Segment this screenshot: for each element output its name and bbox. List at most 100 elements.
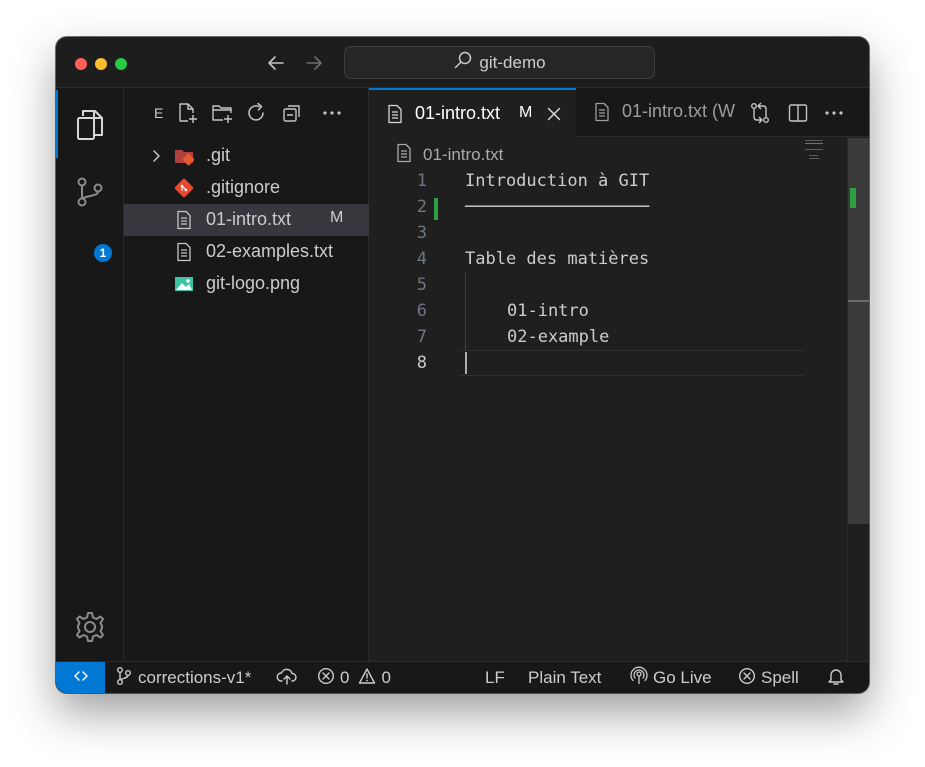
minimap[interactable]	[799, 138, 847, 178]
title-bar: git-demo	[56, 37, 869, 88]
arrow-left-icon[interactable]	[264, 51, 288, 75]
close-window-button[interactable]	[75, 58, 87, 70]
zoom-window-button[interactable]	[115, 58, 127, 70]
eol-indicator[interactable]: LF	[485, 662, 505, 693]
tree-item-gitignore[interactable]: .gitignore	[124, 172, 369, 204]
command-center-search[interactable]: git-demo	[344, 46, 655, 79]
git-branch-icon	[115, 666, 133, 691]
compare-changes-icon[interactable]	[748, 101, 772, 125]
eol-label: LF	[485, 668, 505, 687]
error-count: 0	[340, 668, 350, 687]
spell-check-button[interactable]: Spell	[738, 662, 799, 693]
status-bar: corrections-v1* 0 0 LF Plain Text Go Liv…	[56, 661, 869, 693]
tree-item-git-folder[interactable]: .git	[124, 140, 369, 172]
warning-count: 0	[381, 668, 391, 687]
vertical-scrollbar[interactable]	[847, 138, 869, 661]
notifications-button[interactable]	[827, 662, 845, 693]
problems-indicator[interactable]: 0 0	[317, 662, 391, 693]
line-content: 02-example	[507, 327, 610, 347]
tree-item-02-examples[interactable]: 02-examples.txt	[124, 236, 369, 268]
tree-item-git-logo[interactable]: git-logo.png	[124, 268, 369, 300]
scrollbar-modified-marker	[850, 188, 856, 208]
text-file-icon	[385, 104, 405, 129]
more-icon[interactable]	[822, 101, 846, 125]
split-editor-icon[interactable]	[786, 101, 810, 125]
warning-icon	[358, 667, 376, 690]
scrollbar-cursor-marker	[848, 300, 869, 302]
line-number: 2	[416, 197, 427, 217]
code-line: 8	[369, 350, 839, 376]
go-live-label: Go Live	[653, 668, 712, 687]
tree-item-label: .git	[206, 145, 231, 165]
remote-indicator[interactable]	[56, 662, 105, 693]
code-line: 1 Introduction à GIT	[369, 168, 839, 194]
broadcast-icon	[630, 666, 648, 691]
cloud-upload-icon	[276, 666, 298, 691]
tree-item-label: 02-examples.txt	[206, 241, 334, 261]
editor-tabs: 01-intro.txt M 01-intro.txt (W	[369, 88, 869, 137]
search-icon	[453, 50, 473, 75]
text-file-icon	[174, 242, 194, 262]
sync-button[interactable]	[276, 662, 298, 693]
breadcrumb[interactable]: 01-intro.txt	[395, 143, 503, 167]
text-file-icon	[592, 102, 612, 127]
code-line: 2 ──────────────────	[369, 194, 839, 220]
code-line: 3	[369, 220, 839, 246]
code-line: 7 02-example	[369, 324, 839, 350]
activity-bar: 1	[56, 88, 124, 661]
branch-indicator[interactable]: corrections-v1*	[115, 662, 251, 693]
tab-label: 01-intro.txt	[415, 103, 501, 123]
close-icon[interactable]	[544, 104, 564, 124]
arrow-right-icon[interactable]	[302, 51, 326, 75]
bell-icon	[827, 666, 845, 691]
tab-01-intro[interactable]: 01-intro.txt M	[369, 88, 576, 137]
tree-item-label: .gitignore	[206, 177, 281, 197]
remote-icon	[72, 667, 90, 690]
line-number: 3	[416, 223, 427, 243]
line-content: 01-intro	[507, 301, 589, 321]
tree-item-label: 01-intro.txt	[206, 209, 292, 229]
explorer-icon[interactable]	[56, 90, 124, 158]
line-number: 1	[416, 171, 427, 191]
line-content: ──────────────────	[465, 197, 650, 217]
line-content: Table des matières	[465, 249, 650, 269]
git-file-icon	[174, 178, 194, 198]
tree-item-label: git-logo.png	[206, 273, 301, 293]
branch-name: corrections-v1*	[138, 668, 252, 687]
git-folder-icon	[174, 146, 194, 166]
command-center-label: git-demo	[479, 52, 546, 72]
go-live-button[interactable]: Go Live	[630, 662, 712, 693]
new-folder-icon[interactable]	[210, 101, 234, 125]
line-number: 4	[416, 249, 427, 269]
collapse-all-icon[interactable]	[280, 101, 304, 125]
image-file-icon	[174, 274, 194, 294]
refresh-icon[interactable]	[245, 101, 269, 125]
code-line: 4 Table des matières	[369, 246, 839, 272]
chevron-right-icon	[148, 146, 166, 171]
tree-item-01-intro[interactable]: 01-intro.txt M	[124, 204, 369, 236]
source-control-icon[interactable]	[56, 158, 124, 226]
gear-icon[interactable]	[56, 593, 124, 661]
explorer-title: E	[154, 105, 164, 121]
new-file-icon[interactable]	[175, 101, 199, 125]
more-icon[interactable]	[320, 101, 344, 125]
line-number: 6	[416, 301, 427, 321]
text-file-icon	[174, 210, 194, 230]
editor-area: 01-intro.txt M 01-intro.txt (W 01-intro.…	[369, 88, 869, 661]
text-cursor	[465, 352, 467, 374]
modified-line-indicator	[434, 198, 438, 220]
breadcrumb-file: 01-intro.txt	[423, 145, 504, 164]
text-file-icon	[395, 143, 413, 168]
code-line: 5	[369, 272, 839, 298]
spell-label: Spell	[761, 668, 799, 687]
explorer-header: E	[124, 88, 369, 140]
line-content: Introduction à GIT	[465, 171, 650, 191]
tab-modified-status: M	[519, 104, 533, 121]
line-number: 8	[416, 353, 427, 373]
tab-label: 01-intro.txt (W	[622, 101, 736, 121]
language-label: Plain Text	[528, 668, 602, 687]
minimize-window-button[interactable]	[95, 58, 107, 70]
tab-01-intro-working-tree[interactable]: 01-intro.txt (W	[576, 88, 736, 137]
git-status-modified: M	[330, 209, 344, 226]
language-mode[interactable]: Plain Text	[528, 662, 601, 693]
